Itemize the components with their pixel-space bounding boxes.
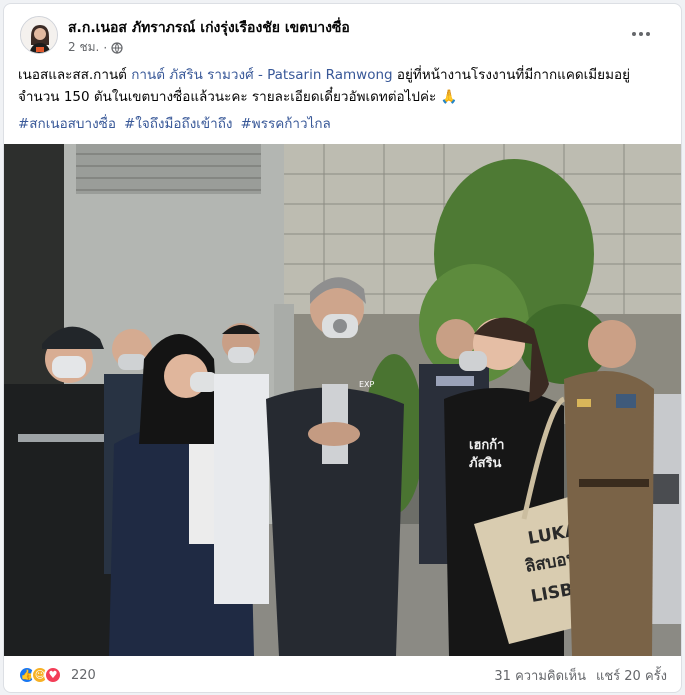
reactions-summary[interactable]: 👍 ☺ ♥ 220 (18, 666, 96, 684)
post-card: ส.ก.เนอส ภัทราภรณ์ เก่งรุ่งเรืองชัย เขตบ… (3, 3, 682, 693)
comment-count[interactable]: 31 ความคิดเห็น (494, 665, 586, 686)
post-text: เนอสและสส.กานต์ กานต์ ภัสริน รามวงศ์ - P… (18, 64, 668, 108)
hashtag-2[interactable]: #ใจถึงมือถึงเข้าถึง (124, 112, 233, 134)
jacket-logo: EXP (359, 380, 375, 389)
shirt-line-1: เฮกก้า (469, 437, 504, 453)
post-stats: 31 ความคิดเห็น แชร์ 20 ครั้ง (494, 665, 667, 686)
hashtag-1[interactable]: #สกเนอสบางซื่อ (18, 112, 116, 134)
post-header: ส.ก.เนอส ภัทราภรณ์ เก่งรุ่งเรืองชัย เขตบ… (18, 16, 667, 60)
share-count[interactable]: แชร์ 20 ครั้ง (596, 665, 667, 686)
post-time[interactable]: 2 ชม. (68, 38, 99, 57)
hashtag-list: #สกเนอสบางซื่อ #ใจถึงมือถึงเข้าถึง #พรรค… (18, 112, 331, 134)
shirt-line-2: ภัสริน (469, 456, 501, 471)
more-options-icon[interactable] (629, 26, 653, 42)
post-photo[interactable]: EXP เฮกก้า ภัสริน LUKA ลิสบอน LISBOA (4, 144, 681, 656)
post-text-before: เนอสและสส.กานต์ (18, 67, 132, 83)
author-avatar[interactable] (20, 16, 58, 54)
mention-link[interactable]: กานต์ ภัสริน รามวงศ์ - Patsarin Ramwong (131, 67, 392, 83)
globe-icon (111, 41, 123, 54)
author-name[interactable]: ส.ก.เนอส ภัทราภรณ์ เก่งรุ่งเรืองชัย เขตบ… (68, 17, 350, 39)
hashtag-3[interactable]: #พรรคก้าวไกล (240, 112, 330, 134)
reaction-count[interactable]: 220 (71, 668, 96, 683)
love-icon: ♥ (44, 666, 62, 684)
post-meta: 2 ชม. · (68, 38, 123, 57)
pray-emoji: 🙏 (440, 89, 458, 105)
post-footer: 👍 ☺ ♥ 220 31 ความคิดเห็น แชร์ 20 ครั้ง (18, 662, 667, 688)
